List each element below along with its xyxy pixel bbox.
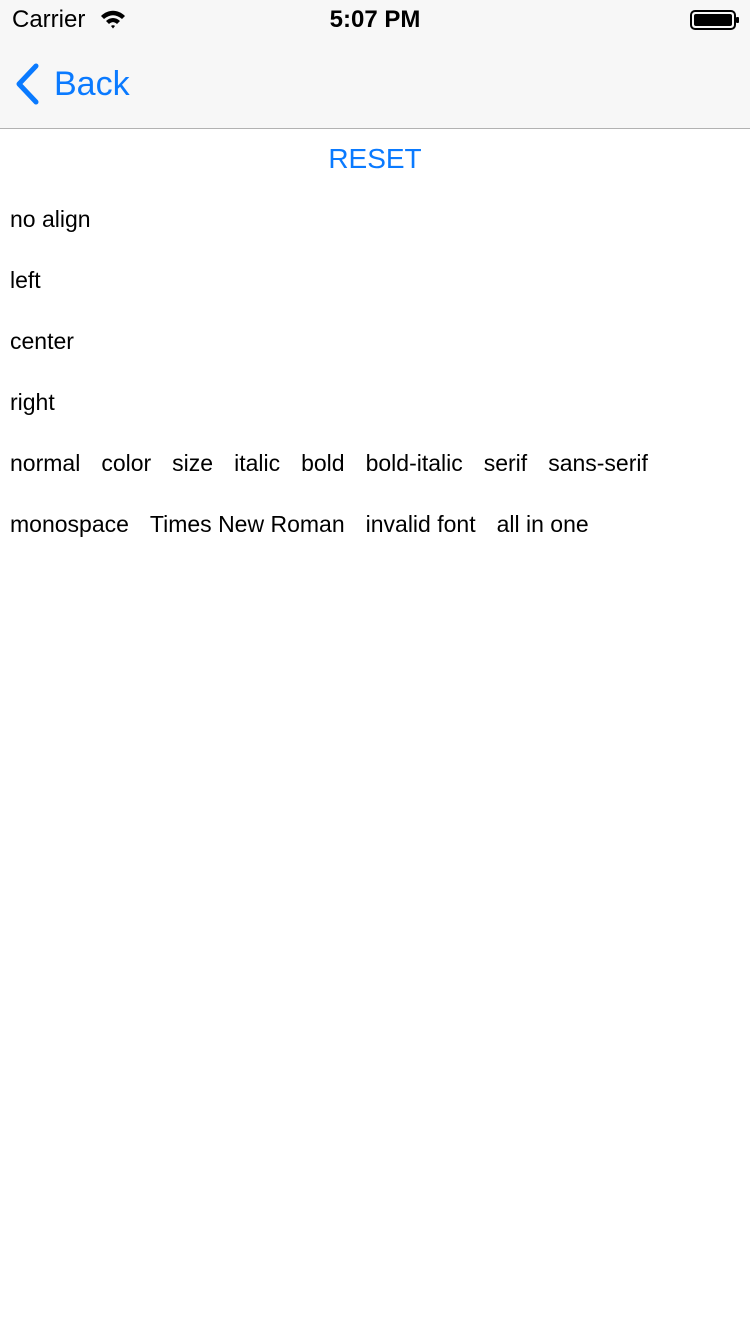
style-option-size[interactable]: size: [172, 450, 213, 476]
font-options-row: monospace Times New Roman invalid font all …: [10, 509, 589, 539]
status-bar: Carrier 5:07 PM: [0, 0, 750, 40]
font-option-invalid-font[interactable]: invalid font: [366, 511, 476, 537]
status-time: 5:07 PM: [329, 6, 421, 33]
style-option-bold[interactable]: bold: [301, 450, 344, 476]
align-item-center[interactable]: center: [10, 326, 74, 356]
battery-icon: [690, 10, 739, 30]
back-button[interactable]: Back: [14, 62, 130, 106]
chevron-left-icon: [16, 63, 39, 105]
back-button-label: Back: [54, 65, 130, 103]
style-option-serif[interactable]: serif: [484, 450, 527, 476]
font-option-all-in-one[interactable]: all in one: [497, 511, 589, 537]
align-item-right[interactable]: right: [10, 387, 55, 417]
style-option-sans-serif[interactable]: sans-serif: [548, 450, 648, 476]
align-item-no-align[interactable]: no align: [10, 204, 91, 234]
navigation-bar: Carrier 5:07 PM Back: [0, 0, 750, 129]
font-option-monospace[interactable]: monospace: [10, 511, 129, 537]
style-option-normal[interactable]: normal: [10, 450, 80, 476]
style-option-italic[interactable]: italic: [234, 450, 280, 476]
style-options-row: normal color size italic bold bold-italic seri…: [10, 448, 648, 478]
style-option-color[interactable]: color: [101, 450, 151, 476]
font-option-times-new-roman[interactable]: Times New Roman: [150, 511, 345, 537]
align-item-left[interactable]: left: [10, 265, 41, 295]
reset-button[interactable]: RESET: [0, 142, 750, 176]
style-option-bold-italic[interactable]: bold-italic: [366, 450, 463, 476]
